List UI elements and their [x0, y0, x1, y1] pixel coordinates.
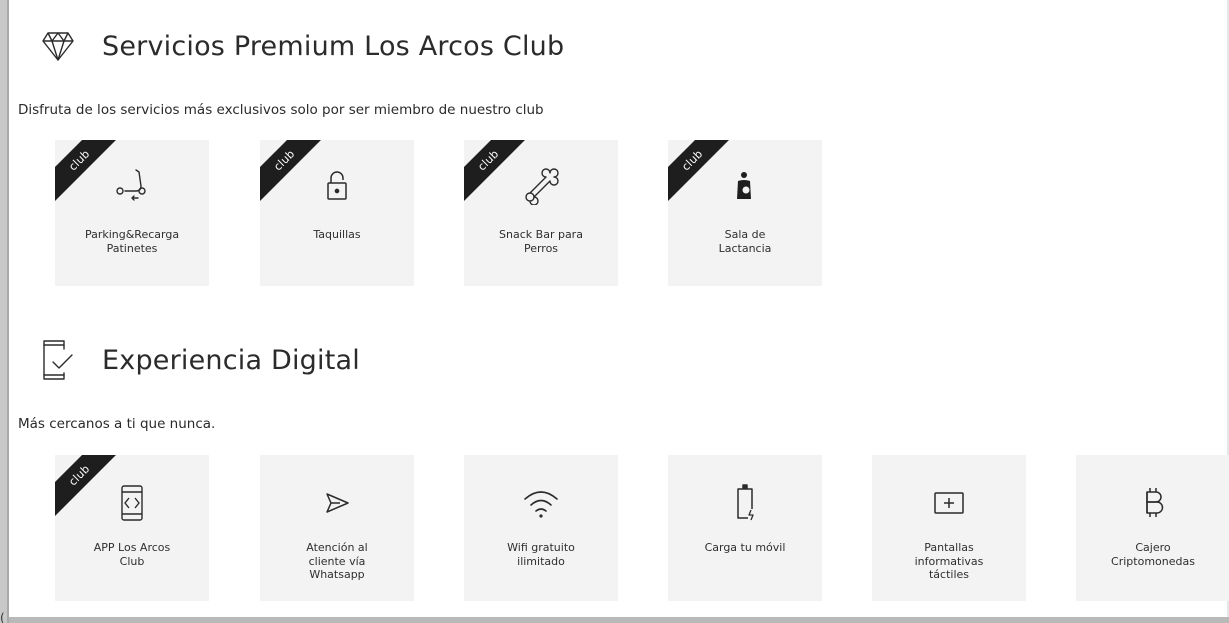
- bitcoin-icon: [1133, 483, 1173, 523]
- digital-title: Experiencia Digital: [102, 344, 360, 376]
- premium-subtitle: Disfruta de los servicios más exclusivos…: [18, 102, 544, 118]
- service-card-nursing[interactable]: club Sala de Lactancia: [668, 140, 822, 286]
- card-label: Atención al cliente vía Whatsapp: [306, 541, 368, 581]
- wifi-icon: [521, 483, 561, 523]
- service-card-screens[interactable]: Pantallas informativas táctiles: [872, 455, 1026, 601]
- service-card-charge[interactable]: Carga tu móvil: [668, 455, 822, 601]
- digital-header: Experiencia Digital: [34, 336, 360, 384]
- club-ribbon: club: [55, 455, 121, 517]
- service-card-wifi[interactable]: Wifi gratuito ilimitado: [464, 455, 618, 601]
- nursing-icon: [725, 166, 765, 206]
- edge-glyph: (: [0, 611, 5, 623]
- diamond-icon: [34, 22, 82, 70]
- card-label: Parking&Recarga Patinetes: [84, 228, 180, 255]
- premium-title: Servicios Premium Los Arcos Club: [102, 30, 565, 62]
- card-label: APP Los Arcos Club: [93, 541, 171, 568]
- lock-icon: [317, 166, 357, 206]
- phone-check-icon: [34, 336, 82, 384]
- card-label: Taquillas: [313, 228, 361, 241]
- service-card-whatsapp[interactable]: Atención al cliente vía Whatsapp: [260, 455, 414, 601]
- card-label: Sala de Lactancia: [718, 228, 772, 255]
- card-label: Wifi gratuito ilimitado: [507, 541, 575, 568]
- digital-subtitle: Más cercanos a ti que nunca.: [18, 416, 216, 432]
- card-label: Carga tu móvil: [704, 541, 786, 554]
- premium-header: Servicios Premium Los Arcos Club: [34, 22, 564, 70]
- touch-screen-icon: [929, 483, 969, 523]
- scooter-icon: [112, 166, 152, 206]
- bottom-border: [9, 617, 1229, 623]
- left-border: [0, 0, 9, 623]
- service-card-lockers[interactable]: club Taquillas: [260, 140, 414, 286]
- service-card-crypto[interactable]: Cajero Criptomonedas: [1076, 455, 1229, 601]
- bone-icon: [521, 166, 561, 206]
- club-ribbon: club: [464, 140, 530, 202]
- service-card-dog-snack[interactable]: club Snack Bar para Perros: [464, 140, 618, 286]
- service-card-app[interactable]: club APP Los Arcos Club: [55, 455, 209, 601]
- service-card-parking[interactable]: club Parking&Recarga Patinetes: [55, 140, 209, 286]
- club-ribbon: club: [668, 140, 734, 202]
- card-label: Pantallas informativas táctiles: [914, 541, 984, 581]
- send-icon: [317, 483, 357, 523]
- club-ribbon: club: [260, 140, 326, 202]
- club-ribbon: club: [55, 140, 121, 202]
- app-code-icon: [112, 483, 152, 523]
- phone-charge-icon: [725, 483, 765, 523]
- card-label: Cajero Criptomonedas: [1111, 541, 1195, 568]
- card-label: Snack Bar para Perros: [499, 228, 583, 255]
